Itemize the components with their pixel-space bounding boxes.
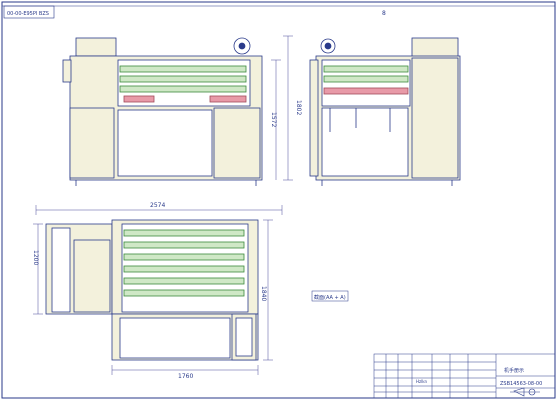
front-roller-1: [119, 65, 247, 73]
stamp-top-left: 00-00-E95PI BZS: [3, 5, 55, 19]
side-pink-bar: [323, 87, 409, 95]
title-block-cell-note: Hzlkn: [416, 379, 428, 384]
front-view: [62, 37, 263, 186]
title-block: [373, 353, 556, 399]
side-dimension-heights: [271, 35, 293, 181]
front-roller-2: [119, 75, 247, 83]
plan-roller-2: [123, 241, 245, 249]
view-note: 截面(AA + A): [314, 294, 346, 301]
plan-roller-3: [123, 253, 245, 261]
plan-roller-5: [123, 277, 245, 285]
side-view: [309, 37, 461, 186]
dim-side-inner-label: 1572: [270, 112, 277, 127]
front-pink-bar-2: [209, 95, 247, 103]
dim-plan-depth-label: 1200: [32, 250, 39, 265]
side-gear-hub: [324, 42, 332, 50]
drawing-sheet: 00-00-E95PI BZS 8 2574 1802 1572 1200 18…: [1, 1, 556, 399]
plan-roller-6: [123, 289, 245, 297]
dim-plan-width-label: 1760: [178, 373, 193, 380]
front-left-cabinet: [69, 107, 115, 179]
plan-roller-4: [123, 265, 245, 273]
plan-roller-1: [123, 229, 245, 237]
plan-lower-opening: [119, 317, 231, 359]
side-roller-1: [323, 65, 409, 73]
plan-view: [45, 219, 259, 361]
front-motor-box-left: [75, 37, 117, 57]
dim-front-width-label: 2574: [150, 202, 165, 209]
front-gear-hub: [238, 42, 246, 50]
plan-lower-right-inner: [235, 317, 253, 357]
front-roller-3: [119, 85, 247, 93]
projection-symbol-icon: [510, 387, 540, 397]
top-right-mark: 8: [382, 10, 386, 17]
front-center-opening: [117, 109, 213, 177]
front-left-column: [62, 59, 72, 83]
side-right-cabinet: [411, 57, 459, 179]
plan-left-unit-inner: [51, 227, 71, 313]
front-pink-bar: [123, 95, 155, 103]
dim-side-outer-label: 1802: [295, 100, 302, 115]
stamp-text: 00-00-E95PI BZS: [7, 11, 49, 17]
plan-feed-section: [73, 239, 111, 313]
front-right-cabinet: [213, 107, 261, 179]
title-block-drawing-number: ZSB14563-08-00: [500, 381, 542, 387]
side-roller-2: [323, 75, 409, 83]
dim-plan-total-label: 1840: [260, 286, 267, 301]
side-left-column: [309, 59, 319, 177]
side-motor-box: [411, 37, 459, 59]
side-center-opening: [321, 107, 409, 177]
title-block-name: 机手册示: [504, 367, 524, 374]
